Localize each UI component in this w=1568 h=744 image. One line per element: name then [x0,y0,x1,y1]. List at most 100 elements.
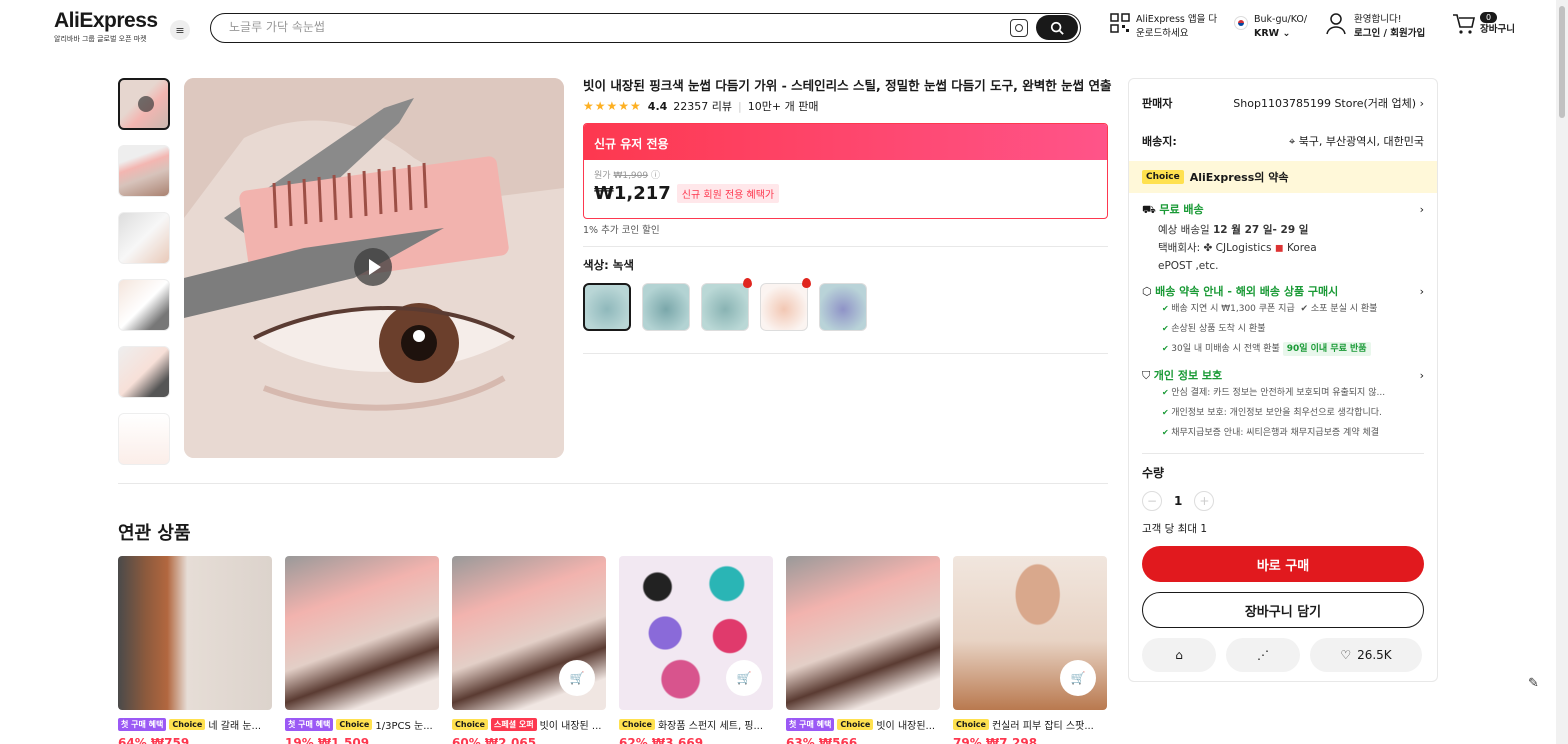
choice-tag: Choice [619,719,655,730]
color-swatch[interactable] [583,283,631,331]
color-swatch[interactable] [701,278,752,331]
buy-now-button[interactable]: 바로 구매 [1142,546,1424,582]
related-product-name: 빗이 내장된... [876,721,936,732]
thumbnail-image[interactable] [118,413,170,465]
thumbnail-list [118,78,172,480]
seller-row[interactable]: 판매자 Shop1103785199 Store(거래 업체) › [1129,95,1437,111]
related-product-card[interactable]: 첫 구매 혜택 Choice 빗이 내장된... 63% ₩566 [786,556,940,744]
hot-icon [743,278,752,288]
color-swatch[interactable] [642,283,690,331]
thumbnail-image[interactable] [118,346,170,398]
region-selector[interactable]: Buk-gu/KO/ KRW ⌄ [1234,13,1307,41]
location-pin-icon: ⌖ [1288,135,1296,148]
account-menu[interactable]: 환영합니다! 로그인 / 회원가입 [1326,13,1425,41]
page-scrollbar[interactable] [1556,0,1568,744]
related-product-image[interactable]: 🛒 [452,556,606,710]
related-product-price: 63% ₩566 [786,736,858,744]
related-product-image[interactable] [285,556,439,710]
seller-name[interactable]: Shop1103785199 Store(거래 업체) [1233,97,1416,110]
thumbnail-image[interactable] [118,212,170,264]
add-to-cart-button[interactable]: 장바구니 담기 [1142,592,1424,628]
thumbnail-video[interactable] [118,78,170,130]
privacy-item: 안심 결제: 카드 정보는 안전하게 보호되며 유출되지 않... [1162,383,1424,403]
chevron-down-icon: ⌄ [1282,28,1291,39]
choice-promise-text: AliExpress의 약속 [1189,171,1289,184]
promise-item: 손상된 상품 도착 시 환불 [1162,319,1424,339]
related-product-name: 컨실러 피부 잡티 스팟... [991,721,1094,732]
related-product-card[interactable]: 첫 구매 혜택 Choice 1/3PCS 눈... 19% ₩1,509 [285,556,439,744]
main-product-image[interactable] [184,78,564,458]
scrollbar-thumb[interactable] [1559,6,1565,118]
related-product-card[interactable]: 🛒 Choice 화장품 스펀지 세트, 핑... 62% ₩3,669 [619,556,773,744]
privacy-section[interactable]: ⛉ 개인 정보 보호 › 안심 결제: 카드 정보는 안전하게 보호되며 유출되지… [1129,367,1437,443]
rating-row[interactable]: ★★★★★ 4.4 22357 리뷰 | 10만+ 개 판매 [583,98,1108,114]
increase-quantity-button[interactable]: + [1194,491,1215,511]
add-to-cart-icon[interactable]: 🛒 [726,660,762,696]
thumbnail-image[interactable] [118,145,170,197]
app-download[interactable]: AliExpress 앱을 다 운로드하세요 [1110,13,1217,41]
color-label: 색상: 녹색 [583,258,634,272]
choice-promise-bar: Choice AliExpress의 약속 [1129,161,1437,193]
cart-button[interactable]: 0 장바구니 [1452,12,1515,37]
related-product-price: 62% ₩3,669 [619,736,704,744]
share-button[interactable]: ⋰ [1226,638,1300,672]
review-count[interactable]: 22357 리뷰 [673,98,732,114]
app-download-line2: 운로드하세요 [1136,28,1189,39]
decrease-quantity-button[interactable]: − [1142,491,1162,511]
promise-item: 소포 분실 시 환불 [1310,304,1378,314]
divider [1142,453,1424,454]
deal-label: 신규 유저 전용 [584,124,1107,160]
search-input[interactable] [229,20,929,34]
choice-tag: Choice [837,719,874,730]
add-to-cart-icon[interactable]: 🛒 [1060,660,1096,696]
sale-price: ₩1,217 [594,183,671,204]
original-price-label: 원가 [594,171,611,181]
related-product-price: 19% ₩1,509 [285,736,370,744]
related-product-card[interactable]: 첫 구매 혜택 Choice 네 갈래 눈... 64% ₩759 [118,556,272,744]
quantity-value[interactable]: 1 [1174,494,1182,508]
logo-tagline: 알리바바 그룹 글로벌 오픈 마켓 [54,35,147,43]
shipping-row[interactable]: 배송지: ⌖ 북구, 부산광역시, 대한민국 [1129,133,1437,149]
aliexpress-logo[interactable]: AliExpress 알리바바 그룹 글로벌 오픈 마켓 [54,10,158,44]
color-swatches [583,278,1108,331]
search-button[interactable] [1036,15,1078,40]
search-bar [210,13,1081,43]
welcome-text: 환영합니다! [1354,14,1402,25]
thumbnail-image[interactable] [118,279,170,331]
chevron-right-icon: › [1419,368,1424,382]
store-button[interactable]: ⌂ [1142,638,1216,672]
category-menu-icon[interactable]: ≡ [170,20,190,40]
edit-icon[interactable]: ✎ [1528,676,1539,691]
related-product-price: 64% ₩759 [118,736,190,744]
related-product-card[interactable]: 🛒 Choice 컨실러 피부 잡티 스팟... 79% ₩7,298 [953,556,1107,744]
related-product-image[interactable] [118,556,272,710]
related-product-image[interactable]: 🛒 [953,556,1107,710]
related-product-image[interactable] [786,556,940,710]
deal-box: 신규 유저 전용 원가 ₩1,909 ⓘ ₩1,217 신규 회원 전용 혜택가 [583,123,1108,219]
special-offer-tag: 스페셜 오퍼 [490,718,537,731]
wishlist-button[interactable]: ♡ 26.5K [1310,638,1422,672]
delivery-promise-section[interactable]: ⬡ 배송 약속 안내 - 해외 배송 상품 구매시 › 배송 지연 시 ₩1,30… [1129,283,1437,359]
app-download-line1: AliExpress 앱을 다 [1136,14,1218,25]
first-purchase-tag: 첫 구매 혜택 [786,718,835,731]
ship-to-location[interactable]: 북구, 부산광역시, 대한민국 [1299,135,1424,148]
seller-label: 판매자 [1142,97,1173,110]
login-signup-link[interactable]: 로그인 / 회원가입 [1354,27,1425,41]
color-swatch[interactable] [760,278,811,331]
related-product-image[interactable]: 🛒 [619,556,773,710]
shield-icon: ⬡ [1142,285,1152,298]
logo-text[interactable]: AliExpress [54,10,158,32]
related-product-price: 79% ₩7,298 [953,736,1038,744]
free-shipping-section[interactable]: ⛟ 무료 배송 › 예상 배송일 12 월 27 일- 29 일 택배회사: ✤ … [1129,201,1437,275]
user-icon [1326,13,1346,35]
privacy-title: 개인 정보 보호 [1153,369,1223,382]
image-search-icon[interactable] [1010,19,1028,37]
carrier-label: 택배회사: [1158,242,1201,254]
play-video-icon[interactable] [354,248,392,286]
product-title: 빗이 내장된 핑크색 눈썹 다듬기 가위 - 스테인리스 스틸, 정밀한 눈썹 … [583,78,1112,93]
info-icon[interactable]: ⓘ [651,171,660,181]
qr-code-icon [1110,13,1130,33]
add-to-cart-icon[interactable]: 🛒 [559,660,595,696]
color-swatch[interactable] [819,283,867,331]
related-product-card[interactable]: 🛒 Choice 스페셜 오퍼 빗이 내장된 ... 60% ₩2,065 [452,556,606,744]
